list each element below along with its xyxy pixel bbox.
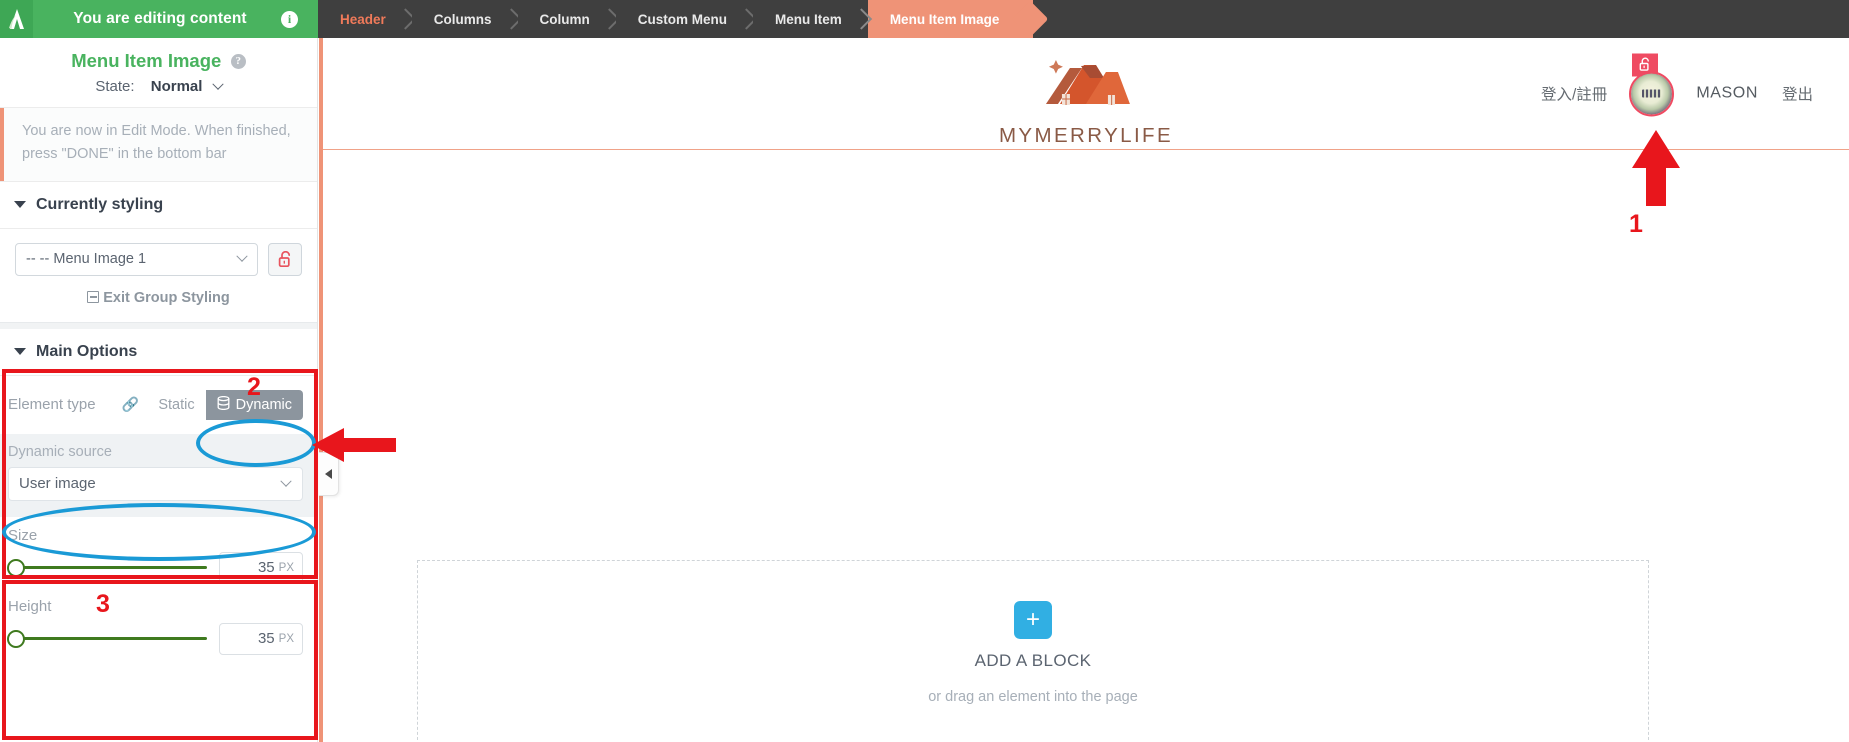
site-logo[interactable]: MYMERRYLIFE — [999, 54, 1173, 148]
size-label: Size — [8, 526, 38, 544]
section-currently-styling-label: Currently styling — [36, 195, 164, 213]
state-row: State: Normal — [0, 74, 317, 107]
state-value[interactable]: Normal — [151, 78, 203, 95]
panel-title-row: Menu Item Image ? — [0, 38, 317, 74]
element-type-static-button[interactable]: Static — [147, 390, 205, 420]
dynamic-label: Dynamic — [235, 396, 292, 413]
section-main-options-label: Main Options — [36, 342, 138, 360]
sidebar-divider — [0, 321, 317, 329]
breadcrumb-item-header[interactable]: Header — [318, 0, 412, 38]
height-value: 35 — [257, 630, 275, 648]
edit-mode-notice-text: You are now in Edit Mode. When finished,… — [0, 108, 317, 181]
nav-logout-link[interactable]: 登出 — [1782, 83, 1813, 105]
element-type-toggle: Static Dynamic — [147, 389, 303, 420]
exit-group-styling-button[interactable]: Exit Group Styling — [15, 276, 302, 322]
add-block-dropzone[interactable]: + ADD A BLOCK or drag an element into th… — [417, 560, 1649, 742]
nav-username: MASON — [1696, 84, 1758, 102]
height-slider-row: 35 PX — [7, 622, 303, 655]
exit-arrow-icon — [87, 290, 100, 303]
state-label: State: — [95, 78, 135, 95]
size-value: 35 — [257, 559, 275, 577]
add-block-title: ADD A BLOCK — [974, 650, 1092, 670]
chevron-down-icon — [280, 475, 292, 487]
collapse-panel-icon[interactable] — [319, 452, 339, 496]
size-input[interactable]: 35 PX — [219, 551, 303, 584]
height-slider[interactable] — [7, 629, 207, 648]
editing-mode-label: You are editing content — [73, 10, 247, 27]
dynamic-source-block: Dynamic source User image — [0, 433, 317, 517]
triangle-left-icon — [325, 469, 332, 479]
edit-mode-notice: You are now in Edit Mode. When finished,… — [0, 107, 317, 182]
size-slider-row: 35 PX — [7, 551, 303, 584]
triangle-down-icon — [14, 201, 26, 209]
height-unit: PX — [278, 632, 294, 645]
size-slider-handle[interactable] — [7, 558, 25, 577]
styled-element-select[interactable]: -- -- Menu Image 1 — [15, 242, 258, 276]
chevron-down-icon[interactable] — [211, 78, 224, 90]
question-mark-icon[interactable]: ? — [230, 53, 246, 69]
breadcrumb-item-columns[interactable]: Columns — [411, 0, 518, 38]
element-type-row: Element type 🔗 Static Dynamic — [0, 376, 317, 434]
size-slider[interactable] — [7, 558, 207, 577]
menu-item-image[interactable] — [1629, 53, 1675, 116]
dynamic-source-label: Dynamic source — [8, 443, 112, 460]
element-type-label: Element type — [8, 396, 96, 414]
styling-select-row: -- -- Menu Image 1 — [15, 242, 302, 276]
chevron-down-icon — [236, 250, 248, 263]
size-options-group: Size 35 PX Height 35 PX — [0, 517, 317, 677]
page-title: Menu Item Image — [71, 50, 222, 71]
triangle-down-icon — [14, 348, 26, 356]
site-nav: 登入/註冊 MASON 登出 — [1541, 53, 1813, 116]
site-header: MYMERRYLIFE 登入/註冊 MASON 登出 — [323, 38, 1849, 150]
dynamic-source-value: User image — [19, 475, 96, 493]
static-label: Static — [158, 396, 195, 413]
breadcrumb-item-menu-item[interactable]: Menu Item — [753, 0, 868, 38]
house-roof-logo-icon — [1045, 60, 1130, 105]
section-main-options[interactable]: Main Options — [0, 329, 317, 376]
breadcrumb-item-column[interactable]: Column — [517, 0, 616, 38]
top-bar: You are editing content i Header Columns… — [0, 0, 1849, 38]
unlocked-padlock-icon[interactable] — [268, 242, 302, 276]
add-block-subtitle: or drag an element into the page — [928, 688, 1138, 705]
property-sidebar: Menu Item Image ? State: Normal You are … — [0, 38, 318, 742]
nav-login-register-link[interactable]: 登入/註冊 — [1541, 83, 1607, 105]
avatar[interactable] — [1629, 71, 1675, 116]
database-icon — [217, 395, 230, 414]
breadcrumb: Header Columns Column Custom Menu Menu I… — [318, 0, 1849, 38]
currently-styling-body: -- -- Menu Image 1 Exit Group Styling — [0, 229, 317, 322]
element-type-dynamic-button[interactable]: Dynamic — [205, 389, 303, 420]
breadcrumb-item-custom-menu[interactable]: Custom Menu — [615, 0, 754, 38]
breadcrumb-item-menu-item-image[interactable]: Menu Item Image — [867, 0, 1034, 38]
link-chain-icon[interactable]: 🔗 — [122, 396, 139, 413]
dynamic-source-select[interactable]: User image — [8, 466, 303, 501]
editing-mode-banner: You are editing content i — [0, 0, 318, 38]
app-root: You are editing content i Header Columns… — [0, 0, 1849, 742]
height-slider-handle[interactable] — [7, 629, 25, 648]
brand-name: MYMERRYLIFE — [998, 124, 1174, 147]
size-unit: PX — [278, 561, 294, 574]
app-logo-icon[interactable] — [0, 0, 33, 38]
height-input[interactable]: 35 PX — [219, 622, 303, 655]
styled-element-value: -- -- Menu Image 1 — [26, 251, 147, 268]
section-currently-styling[interactable]: Currently styling — [0, 182, 317, 229]
height-label: Height — [8, 597, 52, 615]
plus-icon[interactable]: + — [1014, 600, 1052, 639]
page-preview: MYMERRYLIFE 登入/註冊 MASON 登出 + ADD A BLOCK… — [319, 38, 1849, 742]
info-icon[interactable]: i — [281, 10, 298, 28]
exit-group-styling-label: Exit Group Styling — [103, 289, 230, 306]
